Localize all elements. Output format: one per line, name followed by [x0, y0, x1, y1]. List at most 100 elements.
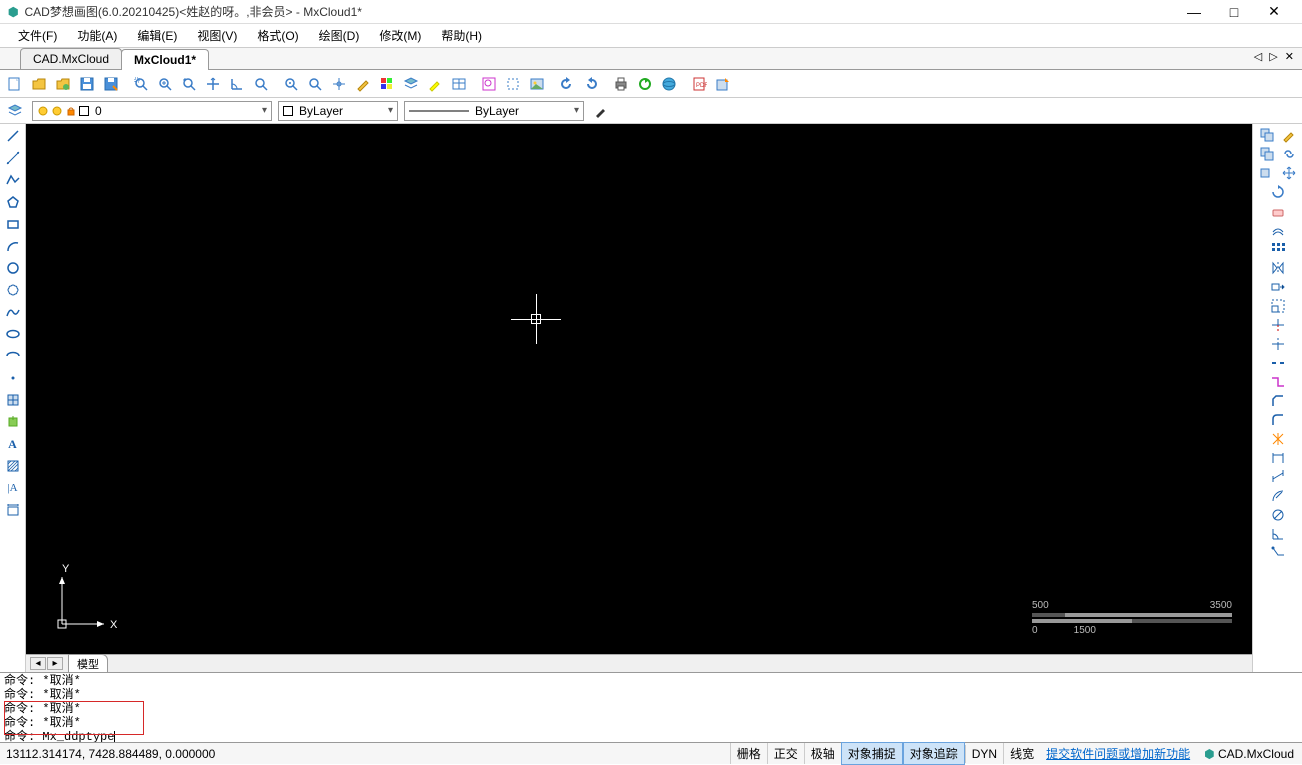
- insert-icon[interactable]: [2, 412, 24, 432]
- circle-icon[interactable]: [2, 258, 24, 278]
- lineweight-icon[interactable]: [590, 100, 612, 122]
- linear-dim-icon[interactable]: [1267, 449, 1289, 467]
- save-icon[interactable]: [76, 73, 98, 95]
- explode-icon[interactable]: [1267, 430, 1289, 448]
- menu-draw[interactable]: 绘图(D): [309, 25, 370, 46]
- point-icon[interactable]: [2, 368, 24, 388]
- print-icon[interactable]: [610, 73, 632, 95]
- radius-dim-icon[interactable]: [1267, 487, 1289, 505]
- scroll-right-icon[interactable]: ▸: [47, 657, 63, 670]
- menu-view[interactable]: 视图(V): [187, 25, 247, 46]
- extend-icon[interactable]: [1267, 335, 1289, 353]
- mirror-icon[interactable]: [1267, 259, 1289, 277]
- ellipse-icon[interactable]: [2, 324, 24, 344]
- tab-mxcloud1[interactable]: MxCloud1*: [121, 49, 209, 70]
- color-icon[interactable]: [376, 73, 398, 95]
- properties-icon[interactable]: [1279, 126, 1299, 144]
- highlight-icon[interactable]: [424, 73, 446, 95]
- layers-icon[interactable]: [400, 73, 422, 95]
- toggle-polar[interactable]: 极轴: [804, 743, 841, 764]
- maximize-button[interactable]: □: [1214, 4, 1254, 20]
- zoom-center-icon[interactable]: [280, 73, 302, 95]
- zoom-in-icon[interactable]: [154, 73, 176, 95]
- cmd-input-line[interactable]: 命令: Mx_ddptype: [4, 730, 1298, 742]
- dimension-icon[interactable]: [2, 500, 24, 520]
- cut-icon[interactable]: [1257, 164, 1277, 182]
- revision-cloud-icon[interactable]: [2, 280, 24, 300]
- measure-dist-icon[interactable]: [250, 73, 272, 95]
- menu-file[interactable]: 文件(F): [8, 25, 67, 46]
- fillet-icon[interactable]: [1267, 411, 1289, 429]
- rotate-icon[interactable]: [1267, 183, 1289, 201]
- stretch-icon[interactable]: [1267, 278, 1289, 296]
- copy-icon[interactable]: [1257, 126, 1277, 144]
- menu-edit[interactable]: 编辑(E): [127, 25, 187, 46]
- layer-manager-icon[interactable]: [4, 100, 26, 122]
- text-icon[interactable]: A: [2, 434, 24, 454]
- polygon-icon[interactable]: [2, 192, 24, 212]
- scroll-left-icon[interactable]: ◂: [30, 657, 46, 670]
- zoom-window-icon[interactable]: [130, 73, 152, 95]
- zoom-realtime-icon[interactable]: [304, 73, 326, 95]
- leader-icon[interactable]: [1267, 544, 1289, 562]
- pan-icon[interactable]: [202, 73, 224, 95]
- xline-icon[interactable]: [2, 148, 24, 168]
- menu-format[interactable]: 格式(O): [247, 25, 308, 46]
- trim-icon[interactable]: [1267, 316, 1289, 334]
- toggle-dyn[interactable]: DYN: [965, 745, 1003, 763]
- angular-dim-icon[interactable]: [1267, 525, 1289, 543]
- tab-cad-mxcloud[interactable]: CAD.MxCloud: [20, 48, 122, 69]
- saveas-icon[interactable]: [100, 73, 122, 95]
- menu-function[interactable]: 功能(A): [67, 25, 127, 46]
- drawing-canvas[interactable]: Y X 5003500 0150: [26, 124, 1252, 654]
- find-icon[interactable]: [478, 73, 500, 95]
- line-icon[interactable]: [2, 126, 24, 146]
- tab-controls[interactable]: ◁ ▷ ✕: [1254, 50, 1296, 63]
- pdf-icon[interactable]: PDF: [688, 73, 710, 95]
- redo-icon[interactable]: [580, 73, 602, 95]
- toggle-osnap[interactable]: 对象捕捉: [841, 742, 903, 765]
- polyline-icon[interactable]: [2, 170, 24, 190]
- menu-modify[interactable]: 修改(M): [369, 25, 431, 46]
- undo-icon[interactable]: [556, 73, 578, 95]
- model-tab[interactable]: 模型: [68, 654, 108, 674]
- toggle-lineweight[interactable]: 线宽: [1003, 743, 1040, 764]
- toggle-grid[interactable]: 栅格: [730, 743, 767, 764]
- refresh-icon[interactable]: [634, 73, 656, 95]
- minimize-button[interactable]: —: [1174, 4, 1214, 20]
- open-cloud-icon[interactable]: [52, 73, 74, 95]
- open-icon[interactable]: [28, 73, 50, 95]
- measure-angle-icon[interactable]: [226, 73, 248, 95]
- edit-icon[interactable]: [352, 73, 374, 95]
- join-icon[interactable]: [1267, 373, 1289, 391]
- toggle-ortho[interactable]: 正交: [767, 743, 804, 764]
- export-icon[interactable]: [712, 73, 734, 95]
- diameter-dim-icon[interactable]: [1267, 506, 1289, 524]
- layer-selector[interactable]: 0 ▾: [32, 101, 272, 121]
- color-selector[interactable]: ByLayer ▾: [278, 101, 398, 121]
- select-icon[interactable]: [502, 73, 524, 95]
- erase-icon[interactable]: [1267, 202, 1289, 220]
- scale-icon[interactable]: [1267, 297, 1289, 315]
- chamfer-icon[interactable]: [1267, 392, 1289, 410]
- hatch-icon[interactable]: [2, 456, 24, 476]
- move-icon[interactable]: [328, 73, 350, 95]
- aligned-dim-icon[interactable]: [1267, 468, 1289, 486]
- zoom-extents-icon[interactable]: [178, 73, 200, 95]
- linetype-selector[interactable]: ByLayer ▾: [404, 101, 584, 121]
- spline-icon[interactable]: [2, 302, 24, 322]
- image-icon[interactable]: [526, 73, 548, 95]
- new-icon[interactable]: [4, 73, 26, 95]
- close-button[interactable]: ✕: [1254, 3, 1294, 20]
- rectangle-icon[interactable]: [2, 214, 24, 234]
- break-icon[interactable]: [1267, 354, 1289, 372]
- link-icon[interactable]: [1279, 145, 1299, 163]
- command-window[interactable]: 命令: *取消* 命令: *取消* 命令: *取消* 命令: *取消* 命令: …: [0, 672, 1302, 742]
- paste-icon[interactable]: [1257, 145, 1277, 163]
- block-icon[interactable]: [2, 390, 24, 410]
- table-icon[interactable]: [448, 73, 470, 95]
- offset-icon[interactable]: [1267, 221, 1289, 239]
- globe-icon[interactable]: [658, 73, 680, 95]
- feedback-link[interactable]: 提交软件问题或增加新功能: [1040, 745, 1196, 762]
- ellipse-arc-icon[interactable]: [2, 346, 24, 366]
